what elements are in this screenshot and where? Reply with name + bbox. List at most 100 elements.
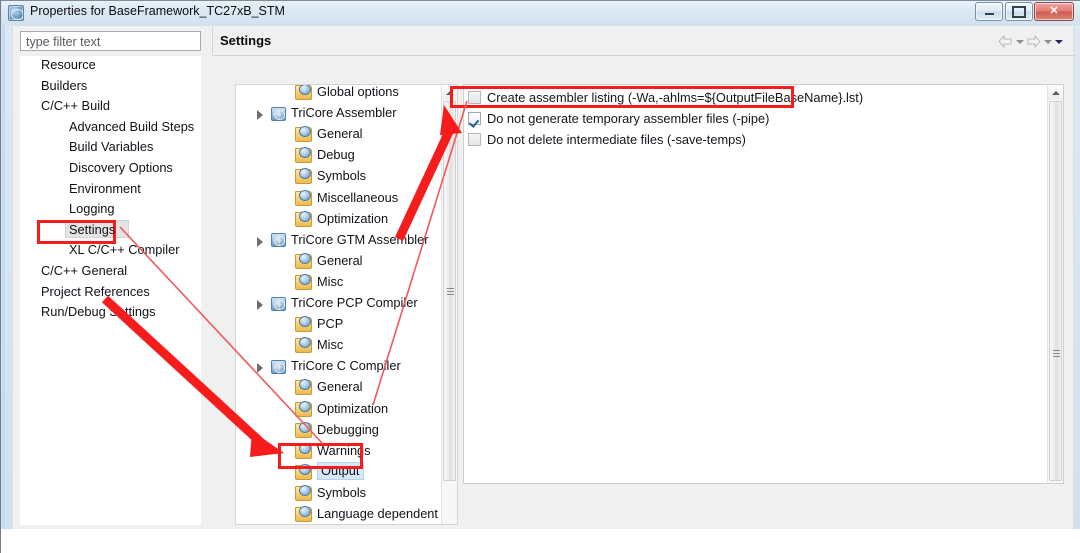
sidebar-item-c-c-build[interactable]: C/C++ Build bbox=[41, 98, 110, 114]
settings-page-folder-icon bbox=[295, 442, 312, 459]
tree-expander-collapse-icon[interactable] bbox=[255, 108, 266, 121]
back-arrow-icon[interactable] bbox=[998, 34, 1013, 48]
settings-page-folder-icon bbox=[295, 147, 312, 164]
tree-item-optimization[interactable]: Optimization bbox=[295, 209, 388, 230]
tree-item-tricore-pcp-compiler[interactable]: TriCore PCP Compiler bbox=[257, 293, 418, 314]
sidebar-item-settings[interactable]: Settings bbox=[69, 222, 115, 238]
scroll-up-arrow-icon[interactable] bbox=[442, 85, 457, 100]
checkbox-unchecked[interactable] bbox=[468, 91, 481, 104]
settings-page-folder-icon bbox=[295, 189, 312, 206]
scroll-up-arrow-icon[interactable] bbox=[1048, 85, 1063, 100]
tool-settings-tree[interactable]: Global options TriCore Assembler General De… bbox=[235, 84, 458, 525]
sidebar-item-c-c-general[interactable]: C/C++ General bbox=[41, 263, 127, 279]
tree-item-tricore-c-compiler[interactable]: TriCore C Compiler bbox=[257, 356, 401, 377]
tree-item-general[interactable]: General bbox=[295, 251, 363, 272]
minimize-icon bbox=[976, 3, 1002, 20]
back-history-chevron-down-icon[interactable] bbox=[1015, 35, 1024, 48]
settings-page-folder-icon bbox=[295, 273, 312, 290]
tree-item-symbols[interactable]: Symbols bbox=[295, 483, 366, 504]
sidebar-item-project-references[interactable]: Project References bbox=[41, 284, 150, 300]
sidebar-item-builders[interactable]: Builders bbox=[41, 78, 87, 94]
checkbox-unchecked[interactable] bbox=[468, 133, 481, 146]
tree-item-optimization[interactable]: Optimization bbox=[295, 399, 388, 420]
tree-item-pcp[interactable]: PCP bbox=[295, 314, 343, 335]
tree-item-label: Optimization bbox=[317, 400, 389, 416]
tree-item-symbols[interactable]: Symbols bbox=[295, 166, 366, 187]
close-button[interactable]: ✕ bbox=[1034, 2, 1074, 21]
tree-item-language-dependent[interactable]: Language dependent bbox=[295, 504, 438, 524]
tree-item-warnings[interactable]: Warnings bbox=[295, 441, 371, 462]
settings-page-folder-icon bbox=[295, 210, 312, 227]
properties-category-tree[interactable]: Resource Builders C/C++ Build Advanced Buil… bbox=[20, 56, 201, 525]
tree-item-label: Symbols bbox=[317, 484, 367, 500]
settings-page-folder-icon bbox=[295, 484, 312, 501]
tool-chain-icon bbox=[271, 359, 286, 374]
sidebar-item-resource[interactable]: Resource bbox=[41, 57, 96, 73]
header-vertical-divider bbox=[212, 26, 213, 56]
tree-item-label: Misc bbox=[317, 337, 344, 353]
tree-item-general[interactable]: General bbox=[295, 124, 363, 145]
sidebar-item-run-debug-settings[interactable]: Run/Debug Settings bbox=[41, 304, 156, 320]
forward-history-chevron-down-icon[interactable] bbox=[1043, 35, 1052, 48]
option-row-0[interactable]: Create assembler listing (-Wa,-ahlms=${O… bbox=[468, 88, 863, 107]
window-title: Properties for BaseFramework_TC27xB_STM bbox=[30, 4, 285, 18]
tree-item-debugging[interactable]: Debugging bbox=[295, 420, 379, 441]
tree-item-label: Output bbox=[317, 462, 365, 481]
tree-item-debug[interactable]: Debug bbox=[295, 145, 355, 166]
tree-item-label: Warnings bbox=[317, 442, 371, 458]
settings-page-folder-icon bbox=[295, 252, 312, 269]
page-title: Settings bbox=[220, 33, 272, 48]
forward-arrow-icon[interactable] bbox=[1026, 34, 1041, 48]
tool-chain-icon bbox=[271, 296, 286, 311]
sidebar-item-xl-c-c-compiler[interactable]: XL C/C++ Compiler bbox=[69, 242, 179, 258]
tool-chain-icon bbox=[271, 233, 286, 248]
tool-chain-icon bbox=[271, 106, 286, 121]
tree-expander-collapse-icon[interactable] bbox=[255, 298, 266, 310]
checkbox-checked[interactable] bbox=[468, 112, 481, 125]
tree-item-miscellaneous[interactable]: Miscellaneous bbox=[295, 188, 398, 209]
tree-item-tricore-gtm-assembler[interactable]: TriCore GTM Assembler bbox=[257, 230, 428, 251]
dialog-body: Settings Resource Builders C/C++ Build Adva… bbox=[12, 25, 1075, 530]
tool-tree-vertical-scrollbar[interactable] bbox=[441, 85, 457, 524]
view-menu-chevron-down-icon[interactable] bbox=[1054, 35, 1063, 48]
option-row-1[interactable]: Do not generate temporary assembler file… bbox=[468, 109, 769, 128]
tree-expander-collapse-icon[interactable] bbox=[255, 235, 266, 247]
sidebar-item-environment[interactable]: Environment bbox=[69, 181, 141, 197]
option-row-2[interactable]: Do not delete intermediate files (-save-… bbox=[468, 130, 746, 149]
sidebar-item-logging[interactable]: Logging bbox=[69, 201, 115, 217]
maximize-icon bbox=[1006, 3, 1032, 20]
tree-item-label: Global options bbox=[317, 84, 399, 99]
settings-page-folder-icon bbox=[295, 463, 312, 480]
tree-item-label: Debug bbox=[317, 147, 355, 163]
settings-page-folder-icon bbox=[295, 421, 312, 438]
tree-item-output[interactable]: Output bbox=[295, 462, 365, 483]
tree-item-global-options[interactable]: Global options bbox=[295, 84, 399, 103]
scrollbar-grip-icon bbox=[1053, 350, 1060, 357]
scrollbar-grip-icon bbox=[447, 288, 454, 295]
minimize-button[interactable] bbox=[975, 2, 1003, 21]
tree-item-label: Miscellaneous bbox=[317, 189, 399, 205]
sidebar-item-build-variables[interactable]: Build Variables bbox=[69, 139, 153, 155]
tree-expander-collapse-icon[interactable] bbox=[255, 361, 266, 374]
tree-item-label: TriCore Assembler bbox=[291, 105, 397, 121]
options-scrollbar-thumb[interactable] bbox=[1049, 101, 1062, 481]
filter-input[interactable] bbox=[20, 31, 201, 51]
sidebar-item-discovery-options[interactable]: Discovery Options bbox=[69, 160, 173, 176]
settings-page-folder-icon bbox=[295, 379, 312, 396]
tree-item-misc[interactable]: Misc bbox=[295, 335, 343, 356]
tree-item-label: PCP bbox=[317, 316, 344, 332]
close-icon: ✕ bbox=[1049, 5, 1059, 17]
tree-item-misc[interactable]: Misc bbox=[295, 272, 343, 293]
tree-item-label: Optimization bbox=[317, 210, 389, 226]
option-label: Do not generate temporary assembler file… bbox=[487, 111, 770, 126]
tree-item-label: Misc bbox=[317, 273, 344, 289]
option-label: Do not delete intermediate files (-save-… bbox=[487, 132, 746, 147]
tree-item-tricore-assembler[interactable]: TriCore Assembler bbox=[257, 103, 397, 124]
options-vertical-scrollbar[interactable] bbox=[1047, 85, 1063, 483]
sidebar-item-advanced-build-steps[interactable]: Advanced Build Steps bbox=[69, 119, 194, 135]
tree-item-general[interactable]: General bbox=[295, 377, 363, 398]
maximize-button[interactable] bbox=[1005, 2, 1033, 21]
tool-settings-panel: Global options TriCore Assembler General De… bbox=[214, 56, 458, 525]
navigation-toolbar bbox=[998, 32, 1063, 50]
tool-tree-scrollbar-thumb[interactable] bbox=[443, 101, 456, 481]
